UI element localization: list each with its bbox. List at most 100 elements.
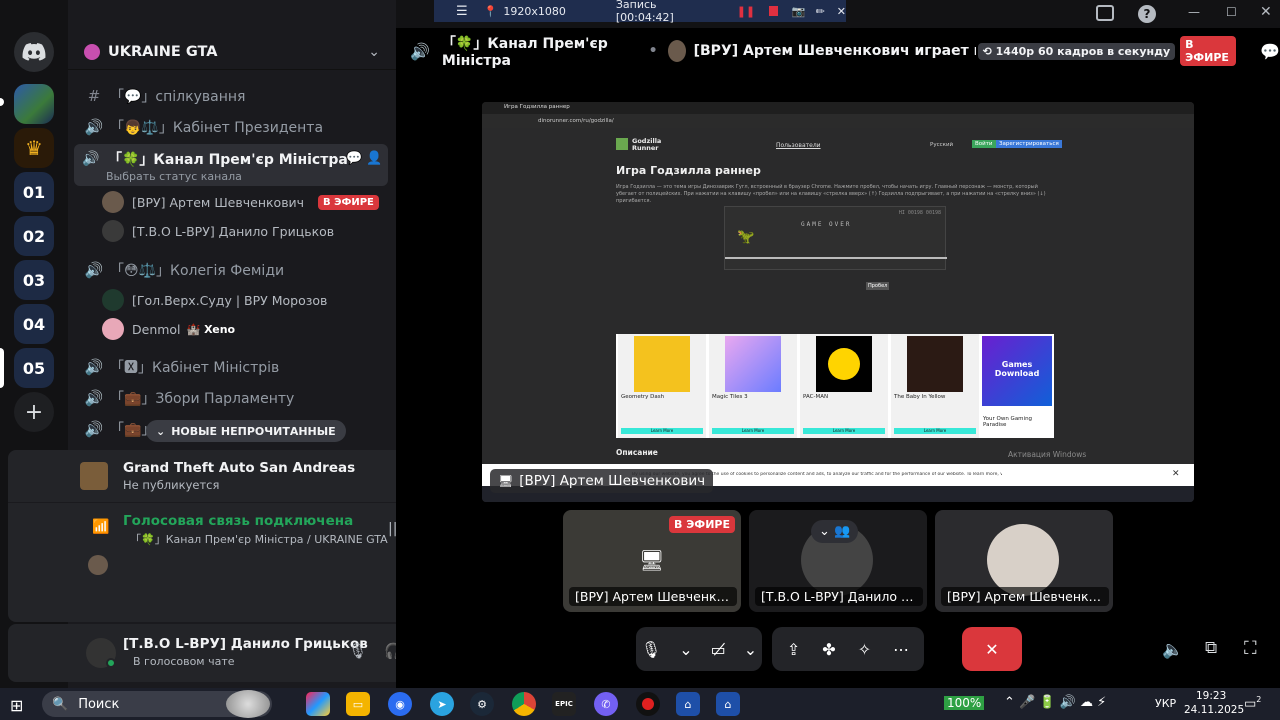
- live-badge: В ЭФИРЕ: [1180, 36, 1237, 66]
- browser-url: dinorunner.com/ru/godzilla/: [538, 118, 614, 124]
- ad-card-title: Magic Tiles 3: [712, 394, 748, 400]
- avatar: [102, 289, 124, 311]
- channel-item-pm-active[interactable]: 🔊 「🍀」Канал Прем'єр Міністра Выбрать стат…: [74, 144, 388, 186]
- add-server-button[interactable]: +: [14, 392, 54, 432]
- channel-item-femidy[interactable]: 🔊 「😳⚖️」Колегія Феміди: [80, 256, 388, 284]
- battery-indicator[interactable]: 100%: [944, 696, 985, 710]
- taskbar-copilot-icon[interactable]: [306, 692, 330, 716]
- voice-user-name: [Т.В.О L-ВРУ] Данило Грицьков: [132, 223, 335, 239]
- taskbar-telegram-icon[interactable]: ➤: [430, 692, 454, 716]
- game-canvas: HI 00198 00198 GAME OVER 🦖: [724, 206, 947, 270]
- camera-off-icon[interactable]: ▭̸: [711, 640, 726, 659]
- voice-user-denmol[interactable]: Denmol 🏰 Xeno: [102, 316, 235, 342]
- channel-item-chat[interactable]: # 「💬」спілкування: [80, 82, 388, 110]
- site-logo: Godzilla Runner: [632, 137, 662, 152]
- leave-call-button[interactable]: ✕: [962, 627, 1022, 671]
- avatar: [102, 220, 124, 242]
- shared-screen[interactable]: Игра Годзилла раннер dinorunner.com/ru/g…: [482, 102, 1194, 502]
- chat-icon[interactable]: 💬: [346, 151, 362, 166]
- fullscreen-icon[interactable]: ⛶: [1244, 638, 1257, 659]
- participant-tile-danylo[interactable]: ⌄ 👥 [Т.В.О L-ВРУ] Данило Гри...: [749, 510, 927, 612]
- taskbar-explorer-icon[interactable]: ▭: [346, 692, 370, 716]
- server-icon-4[interactable]: 02: [14, 216, 54, 256]
- inbox-icon[interactable]: [1096, 5, 1114, 21]
- taskbar-epic-icon[interactable]: EPIC: [552, 692, 576, 716]
- server-icon-6[interactable]: 04: [14, 304, 54, 344]
- close-recording-icon[interactable]: ✕: [837, 5, 846, 18]
- baby-in-yellow-icon: [907, 336, 963, 392]
- channel-status[interactable]: Выбрать статус канала: [106, 170, 242, 183]
- activities-icon[interactable]: ✤: [822, 640, 835, 659]
- chat-bubble-icon[interactable]: 💬: [1260, 42, 1280, 61]
- windows-start-icon[interactable]: ⊞: [10, 696, 23, 715]
- microphone-icon[interactable]: 🎙: [348, 642, 367, 660]
- taskbar-discord-icon[interactable]: ◉: [388, 692, 412, 716]
- keyboard-language[interactable]: УКР: [1155, 697, 1176, 710]
- camera-icon[interactable]: 📷: [792, 5, 806, 18]
- new-unread-pill[interactable]: ⌄ НОВЫЕ НЕПРОЧИТАННЫЕ: [146, 420, 346, 442]
- voice-channel-path[interactable]: 「🍀」Канал Прем'єр Міністра / UKRAINE GTA: [130, 531, 388, 547]
- ad-card-3: PAC-MAN Learn More: [800, 334, 888, 438]
- more-icon[interactable]: ⋯: [893, 640, 909, 659]
- server-icon-1[interactable]: [14, 84, 54, 124]
- volume-icon[interactable]: 🔈: [1162, 640, 1183, 660]
- participant-tile-artem-stream[interactable]: В ЭФИРЕ 🖥 [ВРУ] Артем Шевченко...: [563, 510, 741, 612]
- stream-label-text: [ВРУ] Артем Шевченкович: [519, 473, 706, 489]
- user-tag: 🏰 Xeno: [186, 322, 236, 336]
- popout-icon[interactable]: ⧉: [1205, 638, 1217, 658]
- clock-time[interactable]: 19:23: [1196, 690, 1226, 702]
- close-icon[interactable]: ✕: [1260, 4, 1272, 20]
- speaker-icon: 🔊: [84, 358, 104, 376]
- taskbar-viber-icon[interactable]: ✆: [594, 692, 618, 716]
- server-icon-3[interactable]: 01: [14, 172, 54, 212]
- quality-badge: ⟲ 1440p 60 кадров в секунду: [977, 42, 1176, 60]
- channel-item-ministers[interactable]: 🔊 「🆇」Кабінет Міністрів: [80, 353, 388, 381]
- chevron-down-icon[interactable]: ⌄: [679, 640, 692, 659]
- taskbar-app-icon-2[interactable]: ⌂: [716, 692, 740, 716]
- stream-label: 🖥 [ВРУ] Артем Шевченкович: [490, 469, 714, 493]
- clock-date[interactable]: 24.11.2025: [1184, 704, 1244, 716]
- participant-tile-artem[interactable]: [ВРУ] Артем Шевченкович: [935, 510, 1113, 612]
- taskbar-chrome-icon[interactable]: [512, 692, 536, 716]
- collapse-participants-icon[interactable]: ⌄ 👥: [811, 520, 859, 543]
- menu-icon[interactable]: ☰: [456, 4, 468, 19]
- pause-icon[interactable]: ❚❚: [737, 5, 755, 18]
- channel-label: 「😳⚖️」Колегія Феміди: [110, 263, 285, 279]
- taskbar-recorder-icon[interactable]: [636, 692, 660, 716]
- add-user-icon[interactable]: 👤: [366, 151, 382, 166]
- discord-home-button[interactable]: [14, 32, 54, 72]
- maximize-icon[interactable]: ☐: [1226, 5, 1237, 19]
- screen-share-icon[interactable]: ⇪: [787, 640, 800, 659]
- soundboard-icon[interactable]: ✧: [858, 640, 871, 659]
- unread-pill-label: НОВЫЕ НЕПРОЧИТАННЫЕ: [171, 424, 336, 438]
- chevron-down-icon[interactable]: ⌄: [744, 640, 757, 659]
- voice-user-morozov[interactable]: [Гол.Верх.Суду | ВРУ Морозов: [102, 287, 327, 313]
- browser-tab: Игра Годзилла раннер: [504, 104, 570, 110]
- server-icon-5[interactable]: 03: [14, 260, 54, 300]
- help-icon[interactable]: ?: [1138, 5, 1156, 23]
- channel-item-parliament[interactable]: 🔊 「💼」Збори Парламенту: [80, 384, 388, 412]
- taskbar-steam-icon[interactable]: ⚙: [470, 692, 494, 716]
- taskbar-shell-icon[interactable]: [226, 690, 270, 718]
- server-name: UKRAINE GTA: [108, 43, 218, 60]
- channel-item-president[interactable]: 🔊 「👦⚖️」Кабінет Президента: [80, 113, 388, 141]
- chevron-down-icon: ⌄: [156, 424, 166, 438]
- system-tray-icons[interactable]: ⌃ 🎤 🔋 🔊 ☁ ⚡: [1004, 695, 1106, 710]
- high-score: HI 00198 00198: [898, 210, 941, 216]
- server-header[interactable]: UKRAINE GTA ⌄: [68, 34, 396, 70]
- geometry-dash-icon: [634, 336, 690, 392]
- microphone-icon[interactable]: 🎙: [641, 640, 661, 659]
- learn-more-button: Learn More: [621, 428, 703, 434]
- voice-user-artem[interactable]: [ВРУ] Артем Шевченкович В ЭФИРЕ: [102, 189, 379, 215]
- pin-icon[interactable]: 📍: [484, 5, 498, 18]
- notification-icon[interactable]: ▭2: [1244, 695, 1261, 711]
- pencil-icon[interactable]: ✏: [816, 5, 825, 18]
- ad-card-title: Geometry Dash: [621, 394, 665, 400]
- voice-user-danylo[interactable]: [Т.В.О L-ВРУ] Данило Грицьков: [102, 218, 334, 244]
- server-icon-ukraine-gta[interactable]: 05: [14, 348, 54, 388]
- stage-channel-name: 「🍀」Канал Прем'єр Міністра: [441, 36, 608, 69]
- minimize-icon[interactable]: —: [1188, 5, 1200, 19]
- stop-icon[interactable]: [769, 6, 778, 16]
- taskbar-app-icon-1[interactable]: ⌂: [676, 692, 700, 716]
- server-icon-2[interactable]: ♛: [14, 128, 54, 168]
